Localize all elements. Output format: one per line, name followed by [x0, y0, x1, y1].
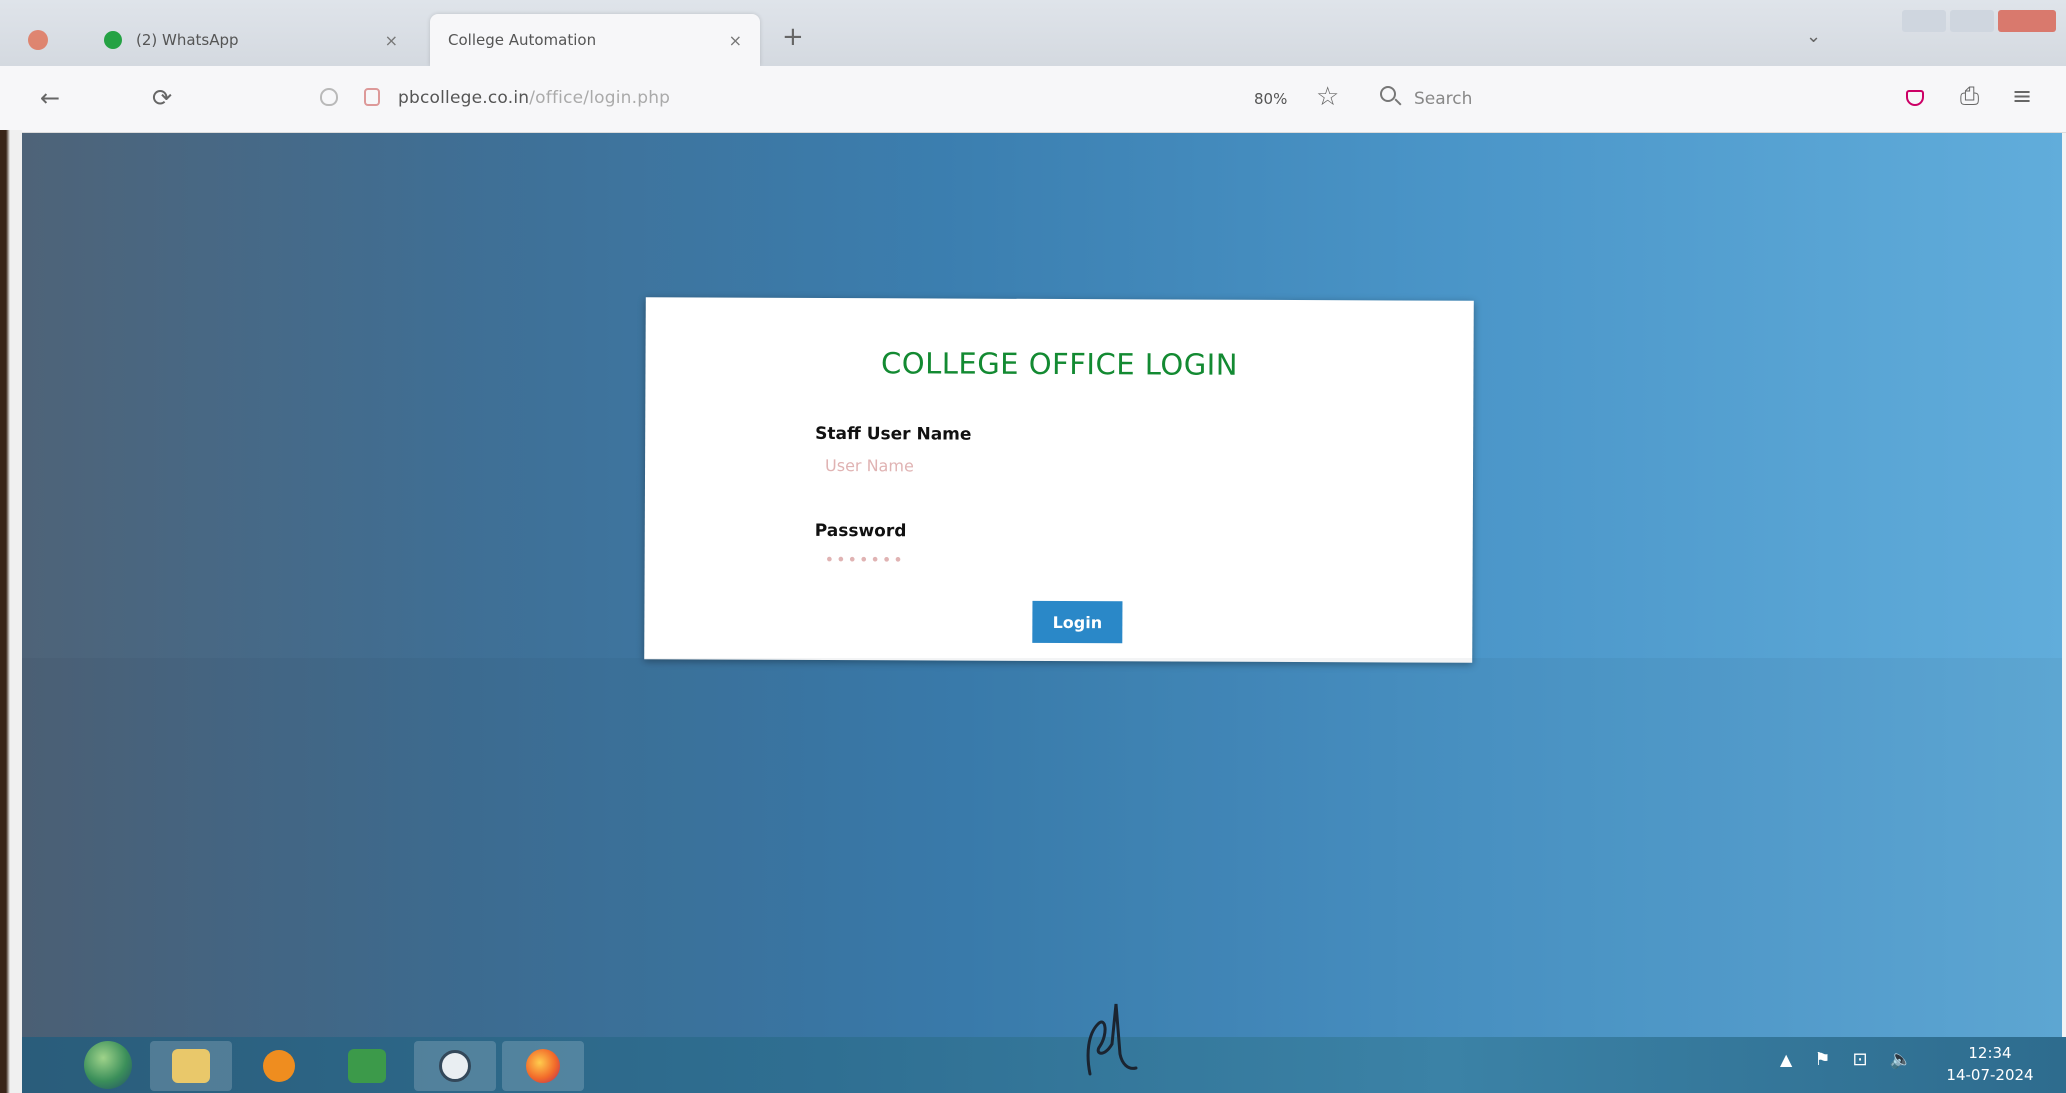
password-input[interactable]: [814, 543, 1315, 577]
tab-whatsapp[interactable]: (2) WhatsApp ×: [86, 14, 416, 66]
back-arrow-icon[interactable]: ←: [40, 84, 60, 112]
folder-icon: [172, 1049, 210, 1083]
login-button[interactable]: Login: [1032, 600, 1123, 644]
reload-icon[interactable]: ⟳: [152, 84, 172, 112]
url-domain: pbcollege.co.in: [398, 88, 530, 108]
navigation-bar: ← ⟳ pbcollege.co.in/office/login.php 80%…: [0, 66, 2066, 133]
tab-college-automation[interactable]: College Automation ×: [430, 14, 760, 66]
tab-list-chevron-icon[interactable]: ⌄: [1806, 26, 1821, 47]
system-tray: ▲ ⚑ ⊡ 🔈: [1780, 1049, 1912, 1070]
clock[interactable]: 12:34 14-07-2024: [1930, 1042, 2050, 1086]
taskbar-media-player[interactable]: [238, 1041, 320, 1091]
play-icon: [263, 1050, 295, 1082]
bookmark-star-icon[interactable]: ☆: [1316, 82, 1339, 112]
tab-close-icon[interactable]: ×: [385, 31, 398, 50]
login-card: COLLEGE OFFICE LOGIN Staff User Name Pas…: [644, 297, 1474, 663]
address-bar[interactable]: pbcollege.co.in/office/login.php: [398, 88, 670, 108]
page-viewport: COLLEGE OFFICE LOGIN Staff User Name Pas…: [22, 133, 2062, 1037]
url-path: /office/login.php: [529, 88, 671, 108]
spreadsheet-icon: [348, 1049, 386, 1083]
extensions-icon[interactable]: ⎙: [1960, 82, 1979, 110]
disc-icon: [439, 1050, 471, 1082]
firefox-icon: [526, 1049, 560, 1083]
maximize-button[interactable]: [1950, 10, 1994, 32]
taskbar-windows-media-player[interactable]: [414, 1041, 496, 1091]
username-input[interactable]: [814, 449, 1316, 483]
screen: (2) WhatsApp × College Automation × + ⌄ …: [0, 0, 2066, 1093]
new-tab-button[interactable]: +: [782, 22, 804, 52]
clock-time: 12:34: [1968, 1044, 2012, 1062]
photo-paper-edge: [0, 130, 40, 1093]
tab-label: College Automation: [448, 31, 597, 49]
search-input[interactable]: [1412, 88, 1596, 110]
taskbar-excel[interactable]: [326, 1041, 408, 1091]
menu-icon[interactable]: ≡: [2012, 82, 2032, 110]
tray-expand-icon[interactable]: ▲: [1780, 1050, 1792, 1069]
tracking-shield-icon[interactable]: [320, 88, 338, 106]
handwritten-signature: [1086, 1003, 1138, 1076]
clock-date: 14-07-2024: [1946, 1066, 2034, 1084]
taskbar: ▲ ⚑ ⊡ 🔈 12:34 14-07-2024: [0, 1037, 2066, 1093]
tab-close-icon[interactable]: ×: [729, 31, 742, 50]
network-icon[interactable]: ⊡: [1852, 1049, 1867, 1070]
login-title: COLLEGE OFFICE LOGIN: [880, 346, 1239, 382]
taskbar-file-explorer[interactable]: [150, 1041, 232, 1091]
whatsapp-icon: [104, 31, 122, 49]
volume-icon[interactable]: 🔈: [1890, 1049, 1912, 1070]
action-center-flag-icon[interactable]: ⚑: [1814, 1049, 1830, 1070]
firefox-view-icon[interactable]: [28, 30, 48, 50]
username-label: Staff User Name: [815, 423, 972, 445]
password-label: Password: [814, 520, 907, 542]
pocket-icon[interactable]: [1906, 90, 1924, 106]
start-button[interactable]: [84, 1041, 132, 1089]
tab-label: (2) WhatsApp: [136, 31, 239, 49]
search-icon: [1380, 86, 1396, 102]
zoom-level-badge[interactable]: 80%: [1254, 90, 1287, 108]
tab-strip: (2) WhatsApp × College Automation × + ⌄: [0, 0, 2066, 66]
close-window-button[interactable]: [1998, 10, 2056, 32]
minimize-button[interactable]: [1902, 10, 1946, 32]
taskbar-firefox[interactable]: [502, 1041, 584, 1091]
window-controls: [1902, 10, 2056, 32]
lock-icon[interactable]: [364, 88, 380, 106]
